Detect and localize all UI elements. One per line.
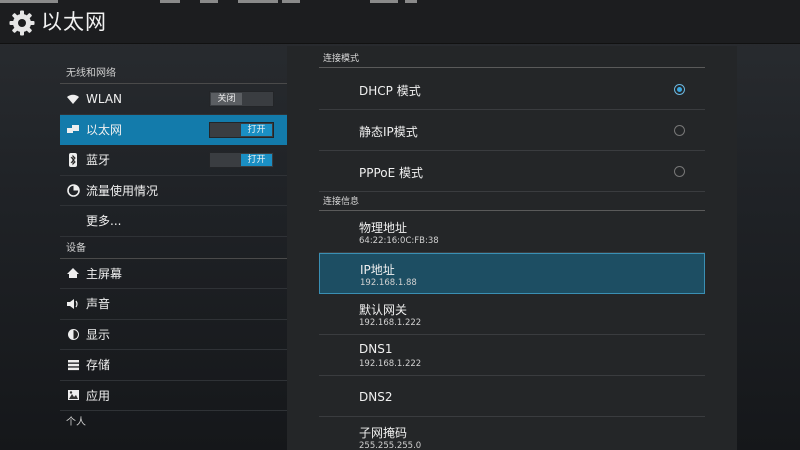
sound-icon (66, 297, 80, 311)
section-heading-personal: 个人 (66, 417, 86, 428)
gear-icon[interactable] (8, 9, 36, 37)
sidebar-item-sound[interactable]: 声音 (60, 289, 287, 320)
sidebar-item-home[interactable]: 主屏幕 (60, 259, 287, 289)
sidebar-item-bluetooth[interactable]: 蓝牙 打开 (60, 145, 287, 176)
action-bar: 以太网 (0, 0, 800, 44)
toggle-label: 打开 (241, 123, 272, 136)
static-ip-radio[interactable] (674, 125, 685, 136)
pppoe-radio[interactable] (674, 166, 685, 177)
info-row-ip[interactable]: IP地址 192.168.1.88 (319, 253, 705, 294)
info-value: 64:22:16:0C:FB:38 (359, 236, 439, 246)
sidebar-item-label: 声音 (86, 297, 111, 312)
info-value: 192.168.1.222 (359, 318, 422, 328)
wlan-toggle[interactable]: 关闭 (209, 91, 274, 107)
sidebar-item-storage[interactable]: 存储 (60, 350, 287, 381)
ethernet-icon (66, 122, 80, 136)
sidebar-item-label: 流量使用情况 (86, 183, 159, 198)
info-row-dns1[interactable]: DNS1 192.168.1.222 (319, 335, 705, 376)
storage-icon (66, 358, 80, 372)
section-heading-wireless: 无线和网络 (60, 62, 287, 84)
connection-info-heading: 连接信息 (319, 189, 705, 211)
ethernet-settings-panel: 连接模式 DHCP 模式 静态IP模式 PPPoE 模式 连接信息 物理地址 6… (287, 46, 737, 450)
sidebar-item-apps[interactable]: 应用 (60, 381, 287, 411)
sidebar-item-label: WLAN (86, 91, 123, 106)
info-row-gateway[interactable]: 默认网关 192.168.1.222 (319, 294, 705, 335)
toggle-label: 关闭 (211, 93, 242, 105)
info-value: 192.168.1.222 (359, 359, 422, 369)
bluetooth-toggle[interactable]: 打开 (209, 152, 274, 168)
sidebar-item-label: 主屏幕 (86, 266, 123, 281)
info-row-dns2[interactable]: DNS2 (319, 376, 705, 417)
info-label: IP地址 (360, 263, 395, 277)
info-value: 255.255.255.0 (359, 441, 422, 450)
mode-option-static-ip[interactable]: 静态IP模式 (319, 111, 705, 151)
mode-label: DHCP 模式 (359, 84, 421, 98)
info-label: 默认网关 (359, 303, 408, 317)
sidebar-item-label: 以太网 (86, 122, 123, 137)
mode-label: 静态IP模式 (359, 125, 418, 139)
info-value: 192.168.1.88 (360, 278, 417, 288)
home-icon (66, 266, 80, 280)
apps-icon (66, 388, 80, 402)
info-label: DNS2 (359, 390, 393, 404)
sidebar-item-label: 更多... (86, 214, 122, 229)
info-row-mac[interactable]: 物理地址 64:22:16:0C:FB:38 (319, 212, 705, 253)
mode-label: PPPoE 模式 (359, 166, 424, 180)
status-strip (0, 0, 800, 3)
wifi-icon (66, 92, 80, 106)
display-icon (66, 327, 80, 341)
settings-sidebar: 无线和网络 WLAN 关闭 以太网 打开 蓝牙 打开 流量使用情况 更多... … (60, 62, 287, 433)
sidebar-item-label: 显示 (86, 327, 111, 342)
mode-option-pppoe[interactable]: PPPoE 模式 (319, 152, 705, 192)
data-usage-icon (66, 183, 80, 197)
mode-option-dhcp[interactable]: DHCP 模式 (319, 70, 705, 110)
toggle-label: 打开 (241, 154, 272, 166)
section-heading-device: 设备 (60, 237, 287, 259)
page-title: 以太网 (41, 10, 107, 34)
sidebar-item-ethernet[interactable]: 以太网 打开 (60, 114, 287, 145)
sidebar-item-wlan[interactable]: WLAN 关闭 (60, 84, 287, 115)
sidebar-item-display[interactable]: 显示 (60, 320, 287, 350)
ethernet-toggle[interactable]: 打开 (209, 121, 274, 138)
bluetooth-icon (66, 152, 80, 167)
sidebar-item-label: 蓝牙 (86, 153, 111, 168)
info-label: DNS1 (359, 342, 393, 356)
info-label: 物理地址 (359, 221, 408, 235)
connection-mode-heading: 连接模式 (319, 46, 705, 68)
sidebar-item-label: 存储 (86, 358, 111, 373)
info-row-subnet-mask[interactable]: 子网掩码 255.255.255.0 (319, 417, 705, 450)
sidebar-item-label: 应用 (86, 388, 111, 403)
sidebar-item-more[interactable]: 更多... (60, 206, 287, 237)
sidebar-item-data-usage[interactable]: 流量使用情况 (60, 176, 287, 206)
info-label: 子网掩码 (359, 426, 408, 440)
dhcp-radio[interactable] (674, 84, 685, 95)
